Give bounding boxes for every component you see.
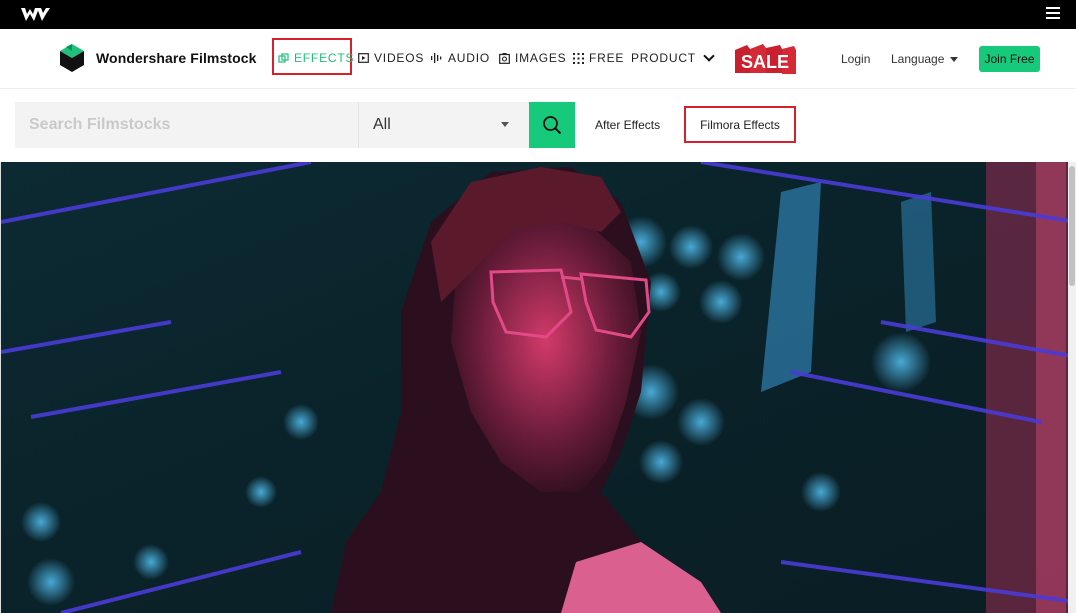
nav-images[interactable]: IMAGES (499, 51, 566, 65)
hero-image (0, 162, 1076, 613)
sale-badge-text: SALE (741, 52, 789, 72)
grid-dots-icon (573, 52, 584, 64)
search-button[interactable] (529, 102, 575, 148)
tag-after-effects[interactable]: After Effects (595, 118, 660, 132)
effects-icon (278, 52, 289, 63)
nav-effects[interactable]: EFFECTS (278, 51, 354, 65)
sale-badge[interactable]: SALE (732, 43, 798, 77)
language-label: Language (891, 52, 945, 66)
login-link[interactable]: Login (841, 52, 870, 66)
search-bar-area: All After Effects Filmora Effects (0, 89, 1076, 162)
hero-photo (1, 162, 1076, 613)
nav-videos-label: VIDEOS (374, 51, 425, 65)
nav-free-label: FREE (589, 51, 625, 65)
nav-audio[interactable]: AUDIO (431, 51, 490, 65)
caret-down-icon (501, 122, 509, 127)
filmora-effects-highlight-box: Filmora Effects (684, 106, 796, 143)
hamburger-menu-icon[interactable] (1046, 7, 1060, 20)
top-bar (0, 0, 1076, 29)
nav-free[interactable]: FREE (573, 51, 624, 65)
video-icon (358, 53, 369, 63)
language-selector[interactable]: Language (891, 52, 959, 66)
audio-wave-icon (431, 53, 442, 63)
category-select-value: All (373, 116, 391, 133)
image-icon (499, 52, 510, 64)
nav-audio-label: AUDIO (448, 51, 491, 65)
search-input[interactable] (15, 102, 358, 148)
scrollbar-thumb[interactable] (1069, 166, 1075, 286)
brand-name: Wondershare Filmstock (96, 50, 257, 66)
wondershare-logo-icon[interactable] (20, 6, 52, 23)
caret-down-icon (950, 56, 959, 62)
search-icon (543, 116, 562, 135)
chevron-down-icon (703, 50, 715, 62)
nav-product-label: PRODUCT (631, 51, 696, 65)
nav-videos[interactable]: VIDEOS (358, 51, 424, 65)
nav-effects-label: EFFECTS (294, 51, 355, 65)
nav-images-label: IMAGES (515, 51, 567, 65)
brand-logo[interactable]: Wondershare Filmstock (58, 43, 257, 73)
main-navbar: Wondershare Filmstock EFFECTS VIDEOS AUD… (0, 29, 1076, 89)
tag-filmora-effects[interactable]: Filmora Effects (700, 118, 780, 132)
filmstock-cube-icon (60, 44, 84, 72)
join-free-button[interactable]: Join Free (979, 46, 1040, 72)
nav-product[interactable]: PRODUCT (631, 50, 715, 65)
category-select[interactable]: All (358, 102, 529, 148)
